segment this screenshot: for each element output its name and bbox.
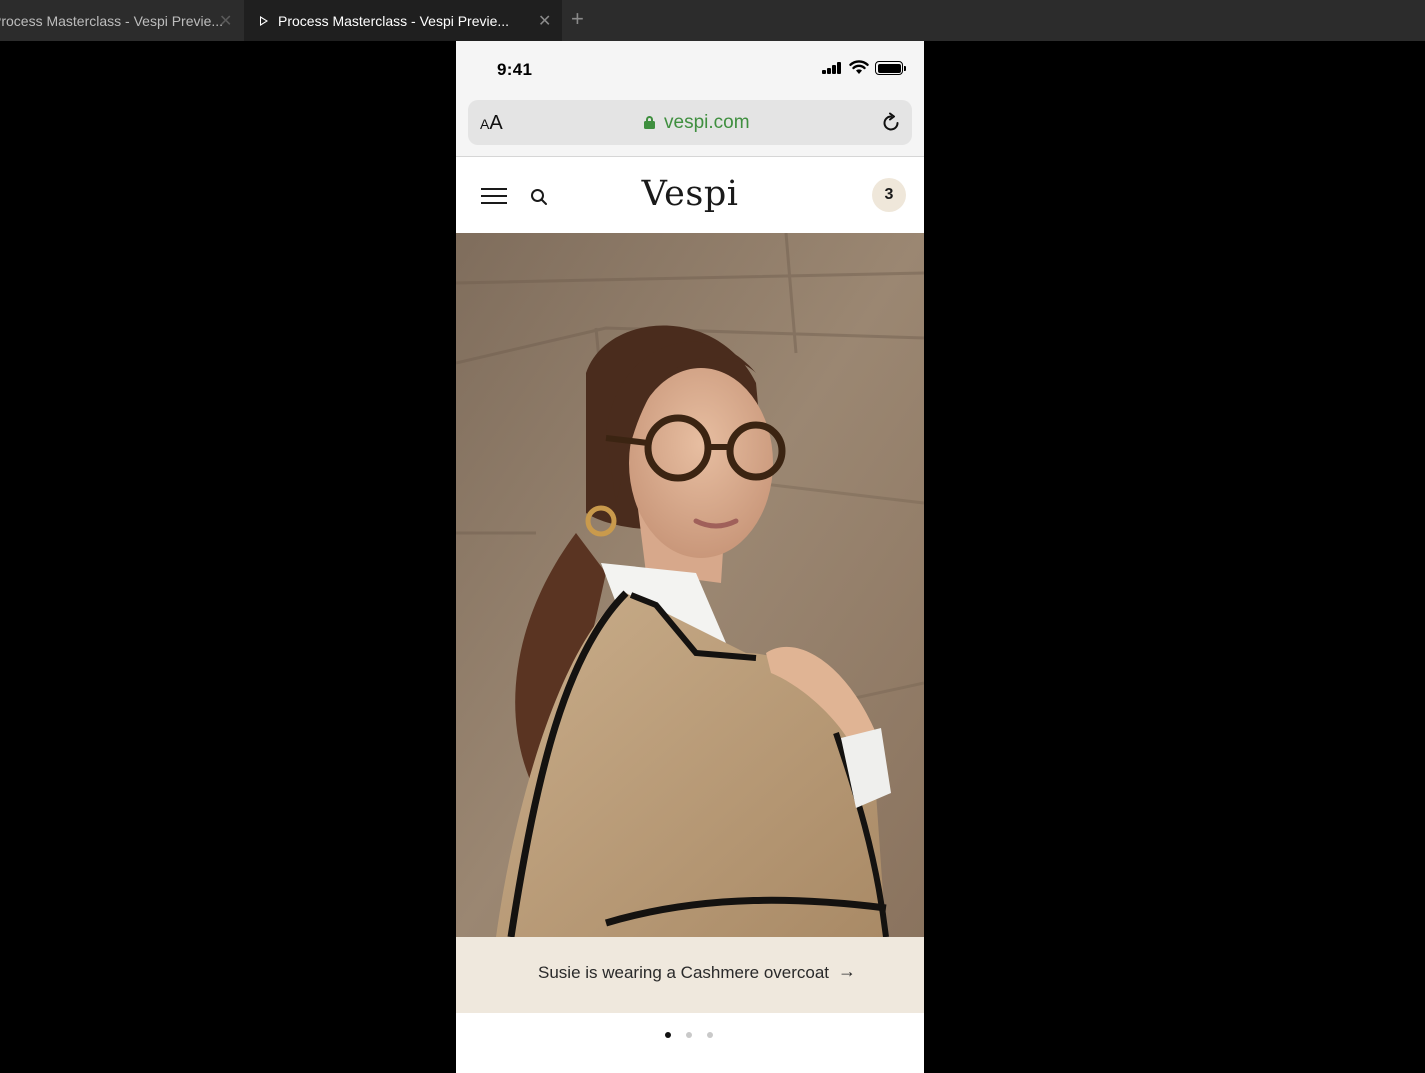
tab-title: Process Masterclass - Vespi Previe...	[0, 12, 224, 29]
close-icon[interactable]: ✕	[219, 11, 232, 31]
browser-tab[interactable]: Process Masterclass - Vespi Previe... ✕	[0, 0, 244, 41]
status-time: 9:41	[497, 60, 533, 79]
brand-logo[interactable]: Vespi	[456, 174, 924, 214]
carousel-dot[interactable]	[665, 1032, 671, 1038]
tab-title: Process Masterclass - Vespi Previe...	[278, 12, 510, 29]
reload-icon[interactable]	[880, 112, 902, 134]
phone-preview: 9:41 AA vespi.com Vespi 3 Susie is weari…	[456, 41, 924, 1073]
site-header: Vespi 3	[456, 158, 924, 233]
plus-icon[interactable]: +	[571, 6, 584, 32]
browser-tab-active[interactable]: Process Masterclass - Vespi Previe... ✕	[244, 0, 562, 41]
text-size-button[interactable]: AA	[480, 112, 503, 135]
address-bar[interactable]: AA vespi.com	[468, 100, 912, 145]
caption-text: Susie is wearing a Cashmere overcoat	[538, 963, 830, 982]
hero-caption-link[interactable]: Susie is wearing a Cashmere overcoat →	[456, 937, 924, 1013]
browser-url-area: AA vespi.com	[456, 91, 924, 157]
battery-icon	[875, 61, 906, 75]
hero-image[interactable]	[456, 233, 924, 937]
url-text[interactable]: vespi.com	[664, 112, 750, 134]
portrait-photo	[456, 233, 924, 937]
arrow-right-icon: →	[838, 961, 856, 981]
lock-icon	[644, 116, 655, 129]
carousel-dots	[456, 1013, 924, 1073]
browser-tab-strip: Process Masterclass - Vespi Previe... ✕ …	[0, 0, 1425, 41]
play-icon	[260, 15, 268, 26]
signal-icon	[822, 62, 844, 74]
status-bar: 9:41	[456, 41, 924, 91]
wifi-icon	[849, 60, 869, 74]
close-icon[interactable]: ✕	[538, 11, 551, 31]
carousel-dot[interactable]	[707, 1032, 713, 1038]
carousel-dot[interactable]	[686, 1032, 692, 1038]
cart-count-badge[interactable]: 3	[872, 178, 906, 212]
